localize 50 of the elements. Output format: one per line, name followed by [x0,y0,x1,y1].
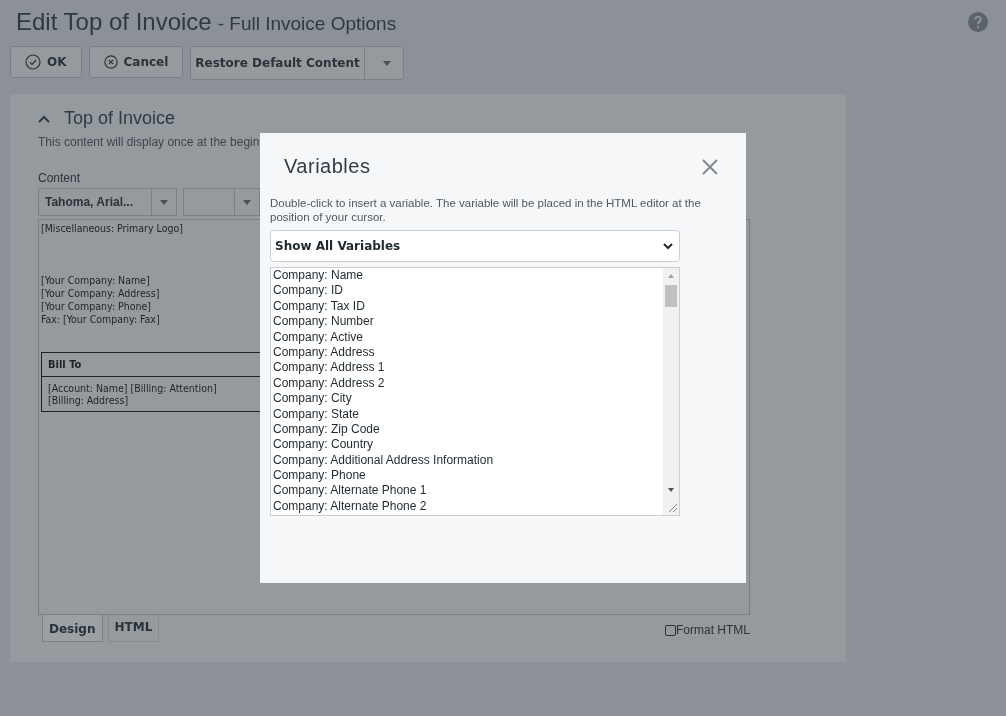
variable-item[interactable]: Company: Phone [273,468,366,484]
content-label: Content [38,171,82,185]
section-title: Top of Invoice [64,108,176,129]
page-subtitle: - Full Invoice Options [217,13,397,35]
check-circle-icon [25,54,41,70]
section-description: This content will display once at the begin [38,135,260,149]
font-select[interactable]: Tahoma, Arial... [38,188,177,216]
dialog-title: Variables [284,155,371,178]
variable-filter-select[interactable]: Show All Variables [270,230,680,262]
format-html-label: Format HTML [676,623,750,637]
cancel-button[interactable]: Cancel [88,46,184,78]
variable-item[interactable]: Company: Country [273,437,374,453]
variable-item[interactable]: Company: Address [273,344,375,361]
editor-line: [Your Company: Address] [41,287,160,300]
variable-item[interactable]: Company: Zip Code [273,421,380,438]
editor-line: [Your Company: Phone] [41,300,152,313]
close-button[interactable] [702,158,718,175]
editor-line: [Your Company: Name] [41,274,150,287]
editor-line: Fax: [Your Company: Fax] [41,313,160,326]
format-html-checkbox[interactable] [665,624,676,636]
variable-item[interactable]: Company: Name [273,268,364,284]
editor-line: [Miscellaneous: Primary Logo] [41,222,183,235]
help-icon[interactable] [968,12,988,32]
close-circle-icon [103,55,118,69]
caret-icon [382,60,391,66]
editor-line: [Account: Name] [Billing: Attention] [48,382,218,394]
editor-tab[interactable]: Design [42,615,103,642]
variable-item[interactable]: Company: Alternate Phone 1 [273,483,427,499]
dialog-instructions: Double-click to insert a variable. The variable will be placed in the HTML editor at the position of your cursor. [270,196,702,224]
variable-item[interactable]: Company: State [273,406,360,422]
restore-default-button[interactable]: Restore Default Content [191,47,365,79]
caret-icon [160,199,168,205]
chevron-down-icon [663,242,673,250]
ok-button[interactable]: OK [10,46,82,78]
variable-item[interactable]: Company: ID [273,283,344,299]
variable-item[interactable]: Company: City [273,391,352,407]
chevron-up-icon[interactable] [38,114,50,123]
variable-item[interactable]: Company: Active [273,329,364,345]
variable-item[interactable]: Company: Tax ID [273,298,365,315]
variable-item[interactable]: Company: Address 1 [273,360,385,376]
editor-tab[interactable]: HTML [107,615,160,642]
restore-default-split-button[interactable]: Restore Default Content [190,46,404,80]
variable-item[interactable]: Company: Number [273,314,374,330]
page-title: Edit Top of Invoice [16,8,212,36]
editor-line: [Billing: Address] [48,394,130,406]
caret-icon [243,199,251,205]
variable-item[interactable]: Company: Alternate Phone 2 [273,498,427,515]
variable-item[interactable]: Company: Additional Address Information [273,452,494,469]
variable-item[interactable]: Company: Address 2 [273,375,385,392]
variables-listbox[interactable] [270,267,680,516]
